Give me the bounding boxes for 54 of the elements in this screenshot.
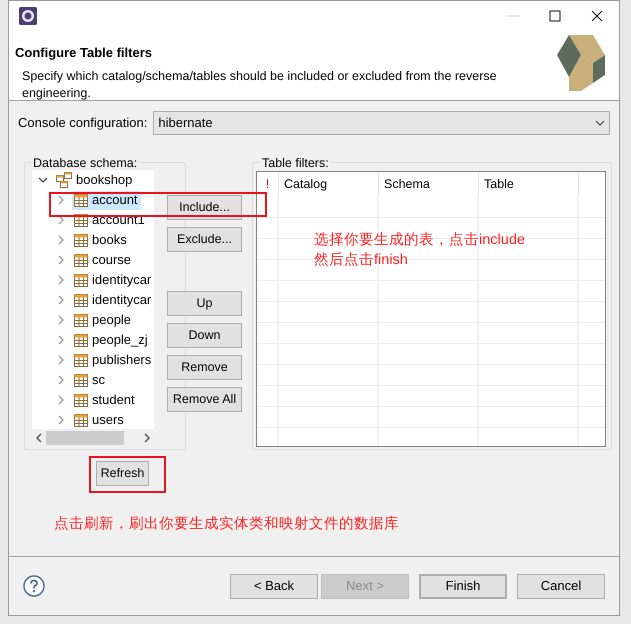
side-button[interactable]: Remove (167, 355, 242, 380)
page-title: Configure Table filters (15, 44, 152, 62)
tree-item[interactable]: publishers (72, 350, 154, 370)
table-icon (74, 234, 88, 246)
side-button[interactable]: Remove All (167, 387, 242, 412)
field-label: Console configuration: (18, 114, 148, 132)
tree-item[interactable]: books (72, 230, 130, 250)
page-description: Specify which catalog/schema/tables should be included or excluded from the reverse engineering. (22, 68, 498, 102)
table-icon (74, 354, 88, 366)
column-header[interactable]: Table (479, 172, 579, 197)
table-icon (74, 314, 88, 326)
maximize-icon[interactable] (549, 10, 561, 22)
side-button[interactable]: Up (167, 291, 242, 316)
table-icon (74, 374, 88, 386)
table-icon (74, 334, 88, 346)
footer-button[interactable]: Finish (419, 574, 507, 598)
column-header[interactable]: ! (257, 172, 279, 197)
column-header[interactable]: Catalog (279, 172, 379, 197)
collapse-chevron-icon[interactable] (38, 175, 50, 185)
footer-button[interactable]: Cancel (517, 574, 605, 598)
chevron-down-icon (595, 120, 605, 126)
annotation-text: 选择你要生成的表，点击include 然后点击finish (314, 231, 525, 270)
table-icon (74, 294, 88, 306)
side-button[interactable]: Down (167, 323, 242, 348)
tree-item[interactable]: identitycar (72, 290, 154, 310)
minimize-icon[interactable] (507, 15, 519, 17)
tree-item[interactable]: sc (72, 370, 108, 390)
tree-item[interactable]: people (72, 310, 134, 330)
cube-logo-icon (557, 35, 607, 91)
refresh-button[interactable]: Refresh (96, 461, 149, 486)
table-icon (74, 254, 88, 266)
table-icon (74, 194, 88, 206)
side-button[interactable]: Exclude... (167, 227, 242, 252)
close-icon[interactable] (591, 10, 603, 22)
help-icon[interactable] (23, 575, 45, 597)
scroll-right-icon[interactable] (143, 433, 151, 443)
tree-item[interactable]: people_zj (72, 330, 151, 350)
console-configuration-dropdown[interactable]: hibernate (153, 111, 610, 135)
table-icon (74, 274, 88, 286)
column-header[interactable]: Schema (379, 172, 479, 197)
tree-item[interactable]: users (72, 410, 127, 429)
scrollbar-thumb[interactable] (46, 431, 124, 445)
scroll-left-icon[interactable] (35, 433, 43, 443)
tree-item[interactable]: identitycar (72, 270, 154, 290)
side-button[interactable]: Include... (167, 195, 242, 220)
footer-button[interactable]: < Back (230, 574, 318, 598)
tree-item[interactable]: course (72, 250, 134, 270)
app-icon (19, 7, 37, 25)
tree-item[interactable]: bookshop (54, 170, 136, 190)
table-icon (74, 414, 88, 426)
annotation-text: 点击刷新，刷出你要生成实体类和映射文件的数据库 (54, 514, 399, 534)
tree-item[interactable]: account1 (72, 210, 148, 230)
table-icon (74, 394, 88, 406)
tree-item[interactable]: student (72, 390, 138, 410)
